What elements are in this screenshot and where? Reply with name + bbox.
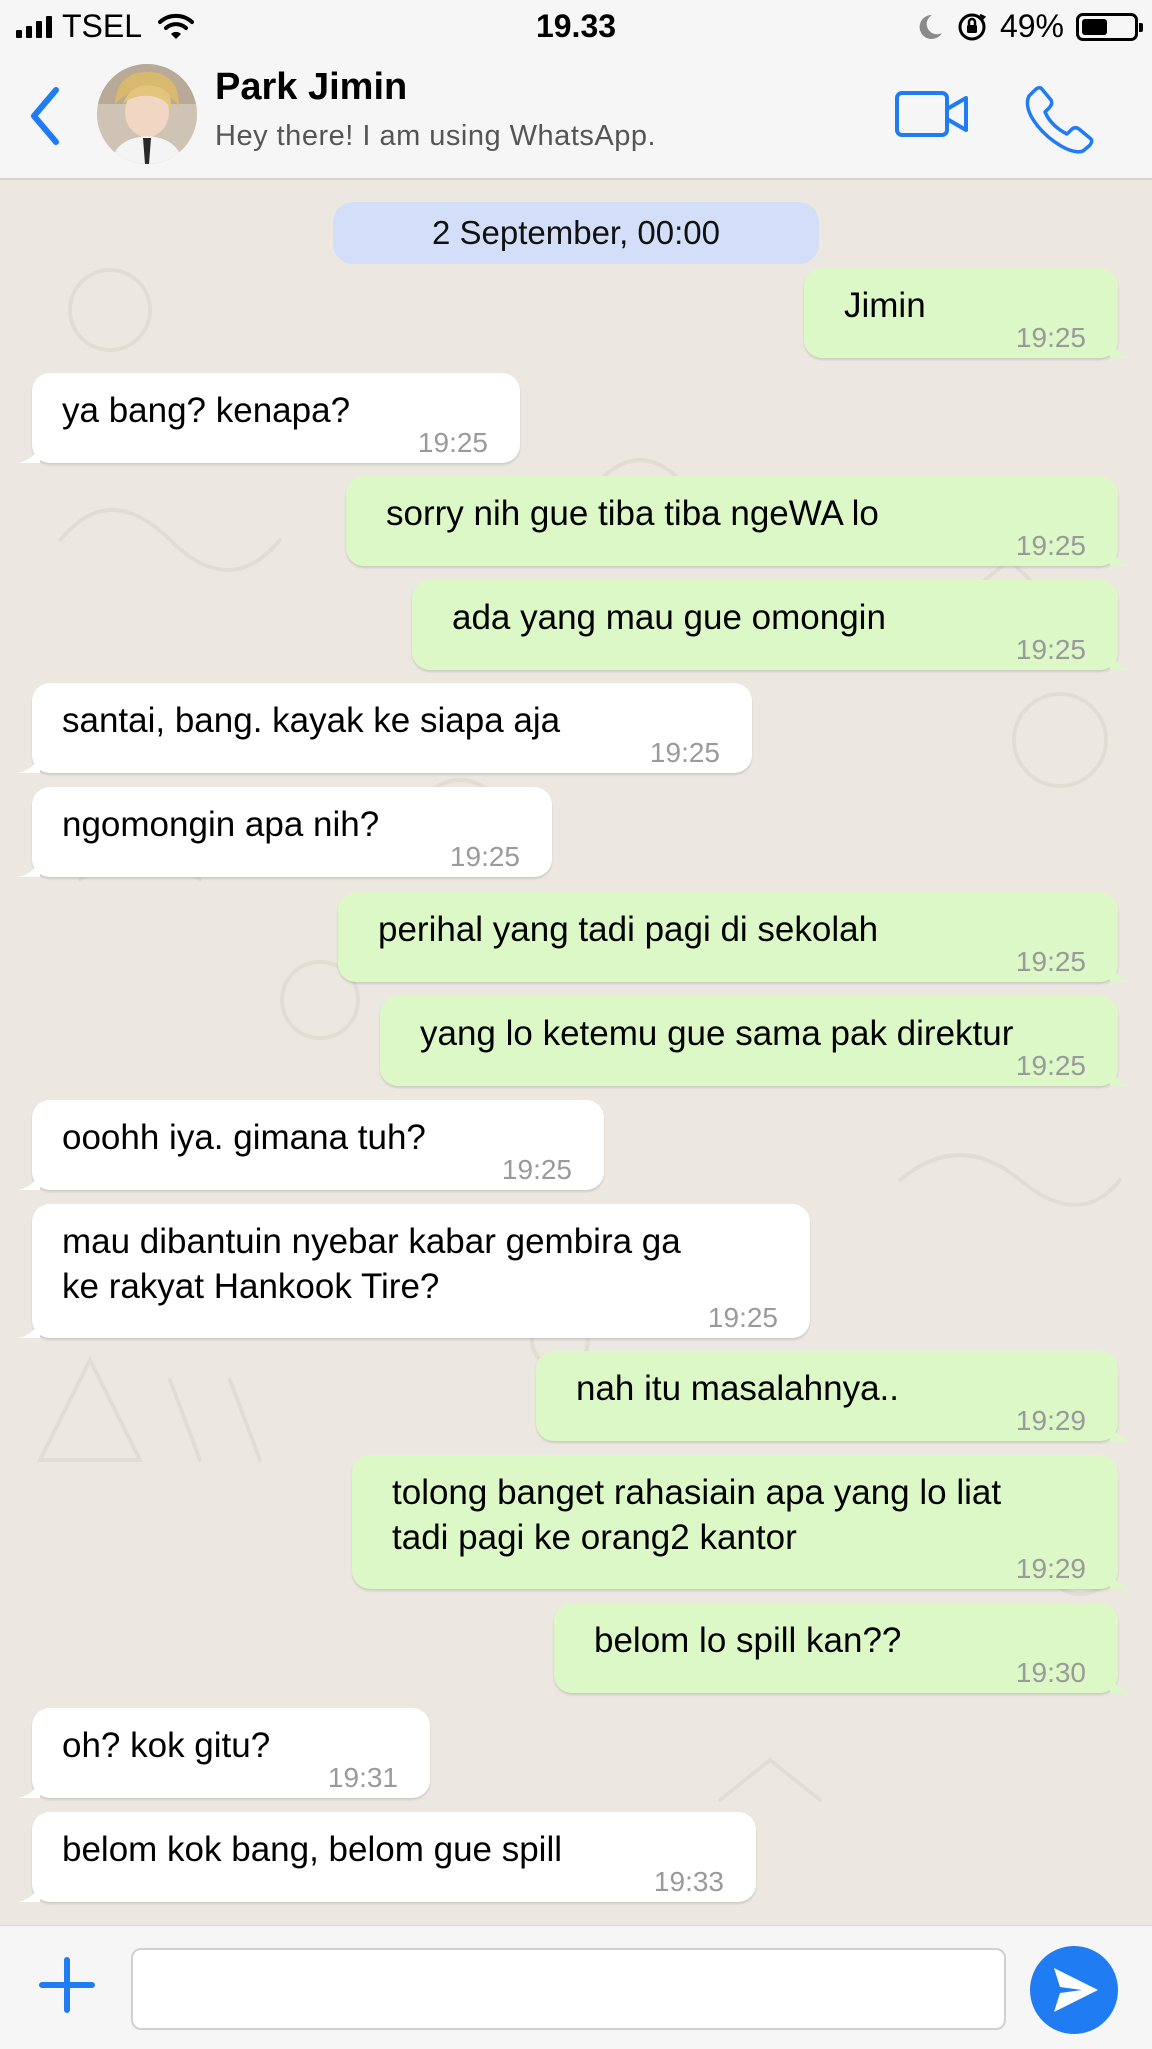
message-time: 19:31 [327,1762,398,1793]
moon-icon [919,14,942,39]
message-time: 19:25 [1015,530,1086,561]
message-text: santai, bang. kayak ke siapa aja [62,701,561,740]
bubble-tail [1110,1066,1132,1086]
video-call-icon[interactable] [895,90,969,138]
battery-level-fill [1082,18,1107,35]
message-time: 19:30 [1015,1657,1086,1688]
contact-name[interactable]: Park Jimin [215,66,407,109]
message-time: 19:33 [653,1866,724,1897]
outgoing-message[interactable]: belom lo spill kan?? 19:30 [554,1603,1132,1693]
message-time: 19:25 [649,737,720,768]
message-time: 19:29 [1015,1405,1086,1436]
message-input[interactable] [131,1948,1006,2030]
chat-header: Park Jimin Hey there! I am using WhatsAp… [0,60,1152,180]
outgoing-message[interactable]: sorry nih gue tiba tiba ngeWA lo 19:25 [346,476,1132,566]
bubble-tail [1110,1421,1132,1441]
message-text: yang lo ketemu gue sama pak direktur [420,1014,1014,1053]
bubble-tail [18,1882,40,1902]
incoming-message[interactable]: ngomongin apa nih? 19:25 [18,787,552,877]
bubble-tail [1110,338,1132,358]
bubble-tail [18,1170,40,1190]
message-text: tolong banget rahasiain apa yang lo liat… [392,1473,1002,1557]
bubble-tail [1110,1673,1132,1693]
phone-call-icon[interactable] [1025,84,1095,154]
battery-percent: 49% [999,8,1064,44]
status-bar: TSEL 19.33 49% [0,0,1152,60]
bubble-tail [1110,546,1132,566]
bubble-tail [18,753,40,773]
status-bar-right: 49% [918,8,1143,45]
message-text: belom kok bang, belom gue spill [62,1830,563,1869]
message-time: 19:25 [1015,1050,1086,1081]
message-text: sorry nih gue tiba tiba ngeWA lo [386,494,879,533]
incoming-message[interactable]: oh? kok gitu? 19:31 [18,1708,430,1798]
message-text: mau dibantuin nyebar kabar gembira ga ke… [62,1222,681,1306]
outgoing-message[interactable]: ada yang mau gue omongin 19:25 [412,580,1132,670]
incoming-message[interactable]: santai, bang. kayak ke siapa aja 19:25 [18,683,752,773]
message-text: ada yang mau gue omongin [452,598,886,637]
incoming-message[interactable]: belom kok bang, belom gue spill 19:33 [18,1812,756,1902]
incoming-message[interactable]: mau dibantuin nyebar kabar gembira ga ke… [18,1204,810,1338]
contact-status: Hey there! I am using WhatsApp. [215,120,657,152]
outgoing-message[interactable]: perihal yang tadi pagi di sekolah 19:25 [338,892,1132,982]
bubble-tail [18,1778,40,1798]
message-time: 19:25 [417,427,488,458]
plus-icon[interactable] [38,1956,96,2014]
message-time: 19:25 [501,1154,572,1185]
outgoing-message[interactable]: yang lo ketemu gue sama pak direktur 19:2… [380,996,1132,1086]
avatar[interactable] [97,64,197,164]
send-icon [1054,1968,1098,2012]
back-chevron-icon[interactable] [30,86,60,146]
input-bar [0,1925,1152,2049]
chat-area[interactable]: 2 September, 00:00 Jimin 19:25 ya bang? ke… [0,180,1152,1925]
message-time: 19:25 [1015,634,1086,665]
message-text: ooohh iya. gimana tuh? [62,1118,426,1157]
message-time: 19:25 [1015,946,1086,977]
avatar-photo [97,64,197,164]
message-text: nah itu masalahnya.. [576,1369,899,1408]
orientation-lock-icon [958,13,987,40]
message-time: 19:25 [449,841,520,872]
battery-icon [1076,12,1143,41]
date-pill: 2 September, 00:00 [333,202,819,264]
bubble-tail [1110,962,1132,982]
send-button[interactable] [1030,1946,1118,2034]
bubble-tail [1110,1569,1132,1589]
bubble-tail [18,443,40,463]
message-time: 19:25 [707,1302,778,1333]
bubble-tail [18,857,40,877]
message-time: 19:25 [1015,322,1086,353]
outgoing-message[interactable]: nah itu masalahnya.. 19:29 [536,1351,1132,1441]
incoming-message[interactable]: ooohh iya. gimana tuh? 19:25 [18,1100,604,1190]
bubble-tail [1110,650,1132,670]
incoming-message[interactable]: ya bang? kenapa? 19:25 [18,373,520,463]
outgoing-message[interactable]: tolong banget rahasiain apa yang lo liat… [352,1455,1132,1589]
outgoing-message[interactable]: Jimin 19:25 [804,268,1132,358]
bubble-tail [18,1318,40,1338]
message-time: 19:29 [1015,1553,1086,1584]
message-text: belom lo spill kan?? [594,1621,902,1660]
message-text: perihal yang tadi pagi di sekolah [378,910,879,949]
